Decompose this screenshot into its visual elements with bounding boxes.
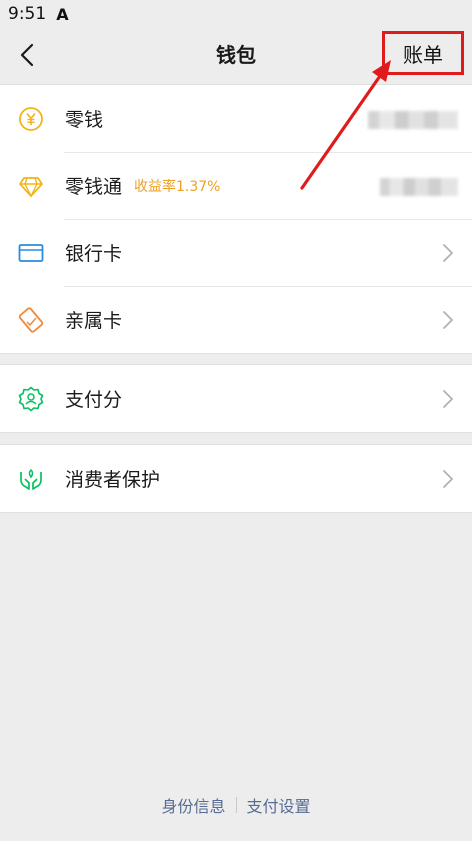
yield-rate: 收益率1.37% [134,178,221,195]
row-family-card[interactable]: 亲属卡 [0,286,472,353]
payment-settings-link[interactable]: 支付设置 [247,793,311,817]
yuan-coin-icon [18,106,44,132]
row-label: 消费者保护 [65,469,161,491]
pay-score-icon [18,386,44,412]
chevron-right-icon [443,311,453,329]
consumer-protection-icon [18,466,44,492]
row-pay-score[interactable]: 支付分 [0,365,472,432]
bills-button[interactable]: 账单 [382,31,464,75]
row-label: 零钱 [65,109,104,131]
chevron-right-icon [443,470,453,488]
family-card-icon [18,306,44,333]
status-bar: 9:51 A [0,0,472,28]
identity-info-link[interactable]: 身份信息 [161,793,225,817]
bank-card-icon [18,240,44,266]
diamond-icon [18,173,44,199]
footer-divider [235,797,237,813]
notification-a-icon: A [56,4,69,24]
row-label: 银行卡 [65,243,123,265]
hidden-balance [368,111,458,129]
footer-links: 身份信息 支付设置 [0,793,472,817]
row-lingqiantong[interactable]: 零钱通 收益率1.37% [0,152,472,219]
chevron-right-icon [443,390,453,408]
hidden-balance [380,178,458,196]
chevron-left-icon [20,43,34,67]
credit-group: 支付分 [0,364,472,433]
status-time: 9:51 [8,4,47,24]
row-consumer-protection[interactable]: 消费者保护 [0,445,472,512]
row-change[interactable]: 零钱 [0,85,472,152]
back-button[interactable] [12,40,42,70]
funds-group: 零钱 零钱通 收益率1.37% 银行卡 亲属卡 [0,84,472,354]
chevron-right-icon [443,244,453,262]
nav-bar: 钱包 账单 [0,28,472,82]
row-label: 支付分 [65,389,123,411]
row-bank-card[interactable]: 银行卡 [0,219,472,286]
bills-label: 账单 [403,42,443,67]
protection-group: 消费者保护 [0,444,472,513]
row-label: 亲属卡 [65,310,123,332]
row-label: 零钱通 [65,176,123,198]
